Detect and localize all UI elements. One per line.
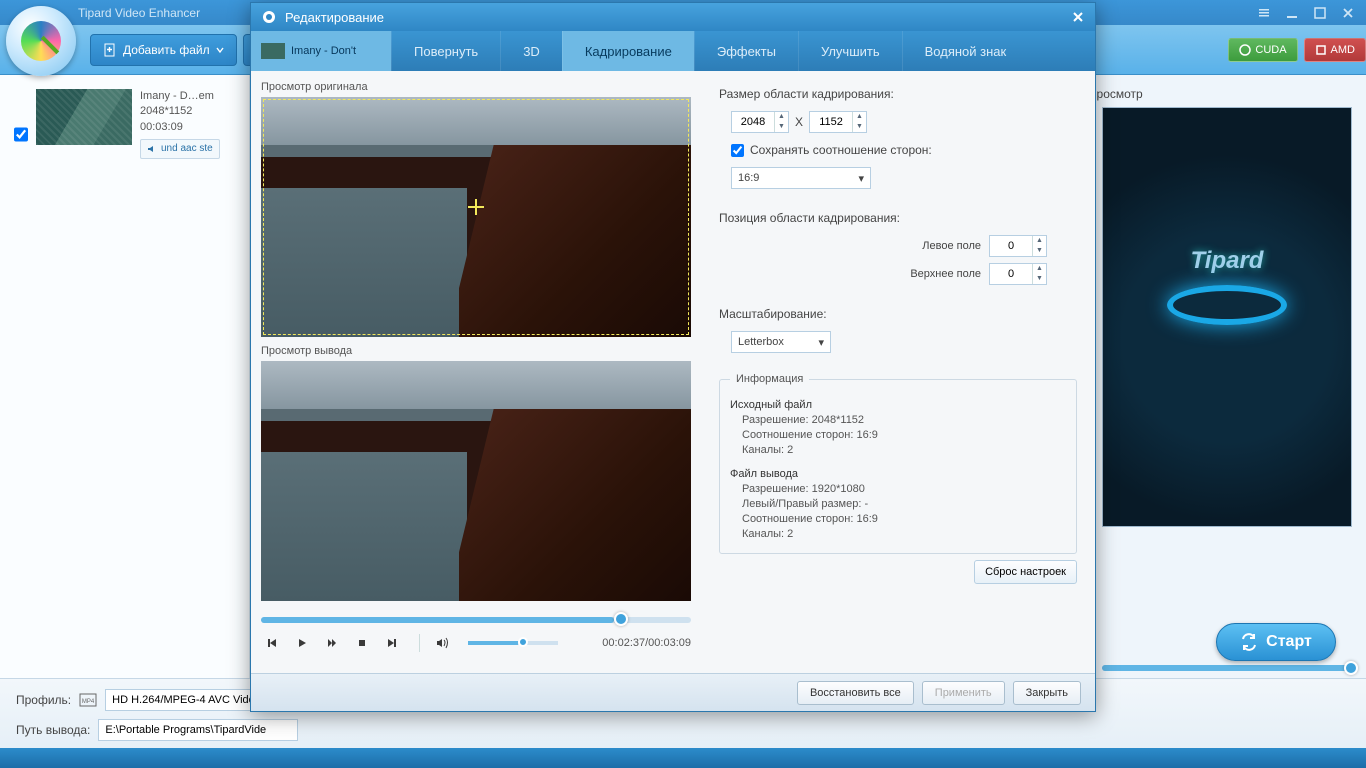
tab-enhance[interactable]: Улучшить — [798, 31, 902, 71]
close-button[interactable]: Закрыть — [1013, 681, 1081, 705]
spin-down-icon[interactable]: ▼ — [853, 122, 866, 132]
dlg-stop-button[interactable] — [351, 633, 373, 653]
zoom-select[interactable]: Letterbox ▾ — [731, 331, 831, 353]
output-path-input[interactable] — [98, 719, 298, 741]
zoom-label: Масштабирование: — [719, 307, 1077, 321]
dlg-volume-slider[interactable] — [468, 641, 558, 645]
minimize-icon[interactable] — [1282, 4, 1302, 22]
output-preview-label: Просмотр вывода — [261, 345, 691, 357]
dlg-next-button[interactable] — [381, 633, 403, 653]
aspect-ratio-select[interactable]: 16:9 ▾ — [731, 167, 871, 189]
cuda-badge[interactable]: CUDA — [1228, 38, 1297, 62]
crop-height-input[interactable]: ▲▼ — [809, 111, 867, 133]
add-file-label: Добавить файл — [123, 43, 210, 57]
dialog-titlebar: Редактирование — [251, 3, 1095, 31]
chevron-down-icon: ▾ — [818, 336, 824, 349]
tab-effects[interactable]: Эффекты — [694, 31, 798, 71]
info-legend: Информация — [730, 373, 809, 385]
tab-rotate[interactable]: Повернуть — [391, 31, 500, 71]
close-icon[interactable] — [1338, 4, 1358, 22]
original-preview-label: Просмотр оригинала — [261, 81, 691, 93]
amd-icon — [1315, 44, 1327, 56]
dialog-title: Редактирование — [285, 10, 384, 25]
svg-text:MP4: MP4 — [82, 699, 95, 705]
output-path-label: Путь вывода: — [16, 723, 90, 737]
crop-width-input[interactable]: ▲▼ — [731, 111, 789, 133]
nvidia-icon — [1239, 44, 1251, 56]
dlg-play-button[interactable] — [291, 633, 313, 653]
left-margin-input[interactable]: ▲▼ — [989, 235, 1047, 257]
mini-thumbnail — [261, 43, 285, 59]
app-logo — [6, 6, 76, 76]
dlg-ff-button[interactable] — [321, 633, 343, 653]
preview-area: Tipard — [1102, 107, 1352, 527]
info-fieldset: Информация Исходный файл Разрешение: 204… — [719, 373, 1077, 554]
menu-icon[interactable] — [1254, 4, 1274, 22]
crop-crosshair-icon[interactable] — [468, 199, 484, 215]
start-button[interactable]: Старт — [1216, 623, 1336, 661]
restore-all-button[interactable]: Восстановить все — [797, 681, 914, 705]
file-audio-track[interactable]: und aac ste — [140, 139, 220, 159]
top-margin-input[interactable]: ▲▼ — [989, 263, 1047, 285]
crop-rectangle[interactable] — [263, 99, 689, 335]
crop-size-label: Размер области кадрирования: — [719, 87, 1077, 101]
output-preview — [261, 361, 691, 601]
file-thumbnail — [36, 89, 132, 145]
left-margin-label: Левое поле — [922, 240, 981, 252]
convert-icon — [1240, 633, 1258, 651]
dlg-time-text: 00:02:37/00:03:09 — [602, 637, 691, 649]
dialog-tabs: Imany - Don't Повернуть 3D Кадрирование … — [251, 31, 1095, 71]
file-meta: Imany - D…em 2048*1152 00:03:09 und aac … — [140, 89, 220, 160]
reset-settings-button[interactable]: Сброс настроек — [974, 560, 1077, 584]
profile-format-icon: MP4 — [79, 691, 97, 709]
dialog-close-icon[interactable] — [1071, 10, 1085, 24]
file-checkbox[interactable] — [14, 109, 28, 160]
edit-icon — [261, 9, 277, 25]
spin-up-icon[interactable]: ▲ — [853, 112, 866, 122]
speaker-icon — [147, 144, 157, 154]
chevron-down-icon: ▾ — [858, 172, 864, 185]
source-heading: Исходный файл — [730, 399, 1066, 411]
amd-badge[interactable]: AMD — [1304, 38, 1366, 62]
maximize-icon[interactable] — [1310, 4, 1330, 22]
dialog-file-tab[interactable]: Imany - Don't — [251, 31, 391, 71]
spin-up-icon[interactable]: ▲ — [775, 112, 788, 122]
brand-text: Tipard — [1191, 247, 1264, 275]
keep-aspect-label: Сохранять соотношение сторон: — [750, 143, 932, 157]
footer-strip — [0, 748, 1366, 768]
dialog-seekbar[interactable] — [261, 617, 691, 623]
original-preview[interactable] — [261, 97, 691, 337]
spin-down-icon[interactable]: ▼ — [775, 122, 788, 132]
chevron-down-icon — [216, 46, 224, 54]
brand-ring-icon — [1167, 285, 1287, 325]
tab-crop[interactable]: Кадрирование — [562, 31, 694, 71]
file-duration: 00:03:09 — [140, 120, 220, 135]
preview-seekbar[interactable] — [1102, 665, 1352, 671]
tab-3d[interactable]: 3D — [500, 31, 562, 71]
crop-pos-label: Позиция области кадрирования: — [719, 211, 1077, 225]
top-margin-label: Верхнее поле — [910, 268, 981, 280]
apply-button[interactable]: Применить — [922, 681, 1005, 705]
dlg-prev-button[interactable] — [261, 633, 283, 653]
file-list: Imany - D…em 2048*1152 00:03:09 und aac … — [0, 75, 250, 723]
keep-aspect-checkbox[interactable] — [731, 144, 744, 157]
edit-dialog: Редактирование Imany - Don't Повернуть 3… — [250, 2, 1096, 712]
output-heading: Файл вывода — [730, 468, 1066, 480]
profile-label: Профиль: — [16, 693, 71, 707]
dlg-volume-icon[interactable] — [436, 636, 450, 650]
plus-file-icon — [103, 43, 117, 57]
file-name: Imany - D…em — [140, 89, 220, 104]
dialog-footer: Восстановить все Применить Закрыть — [251, 673, 1095, 711]
profile-select[interactable] — [105, 689, 265, 711]
file-item[interactable]: Imany - D…em 2048*1152 00:03:09 und aac … — [8, 83, 241, 166]
tab-watermark[interactable]: Водяной знак — [902, 31, 1029, 71]
add-file-button[interactable]: Добавить файл — [90, 34, 237, 66]
file-resolution: 2048*1152 — [140, 104, 220, 119]
